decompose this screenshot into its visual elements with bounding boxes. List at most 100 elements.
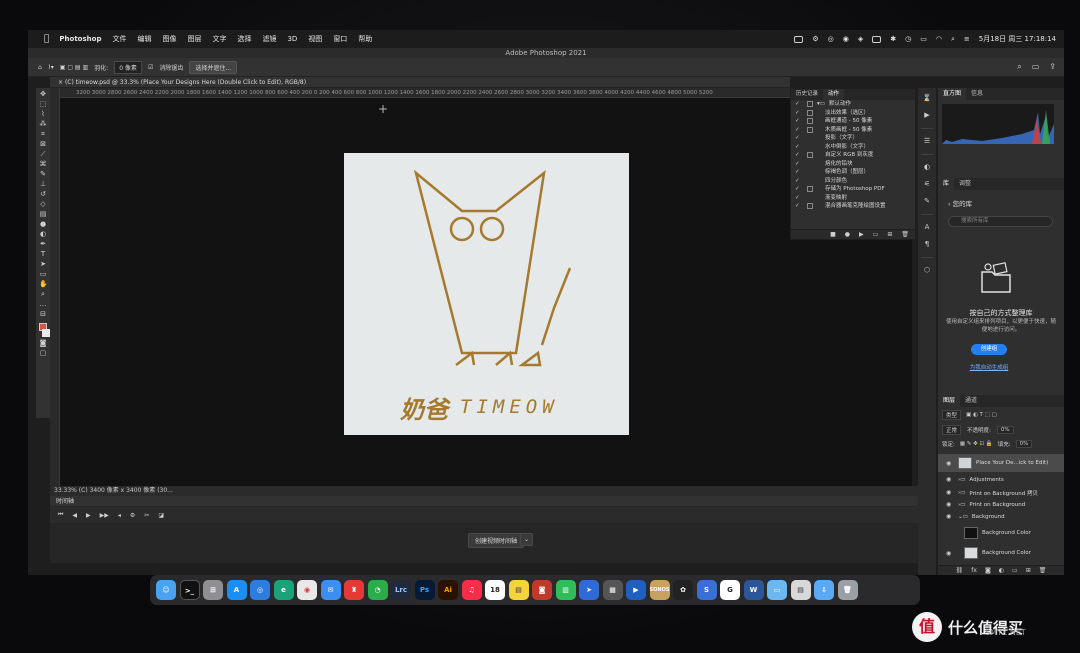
new-action-icon[interactable]: ⊞ bbox=[887, 230, 892, 239]
settings-icon[interactable]: ⚙ bbox=[130, 512, 135, 519]
lasso-tool-icon[interactable]: ⌇▾ bbox=[48, 64, 54, 71]
create-group-button[interactable]: 创建组 bbox=[971, 344, 1007, 355]
shield-icon[interactable]: ◈ bbox=[858, 35, 863, 43]
zoom-tool-icon[interactable]: ⌕ bbox=[39, 291, 47, 298]
list-item[interactable]: ✓ 自定义 RGB 到灰度 bbox=[791, 151, 915, 160]
music-icon[interactable]: ♫ bbox=[461, 580, 482, 600]
menu-photoshop[interactable]: Photoshop bbox=[59, 35, 101, 43]
trash-icon[interactable]: 🗑 bbox=[901, 230, 909, 239]
dialog-toggle[interactable] bbox=[807, 101, 813, 107]
brush-tool-icon[interactable]: ✎ bbox=[39, 171, 47, 178]
library-title[interactable]: ‹ 您的库 bbox=[948, 198, 972, 208]
list-item[interactable]: ✓ 四分颜色 bbox=[791, 177, 915, 186]
eye-icon[interactable]: ◉ bbox=[946, 550, 954, 557]
preview-icon[interactable]: ▭ bbox=[767, 580, 787, 600]
edge-icon[interactable]: e bbox=[273, 580, 294, 600]
properties-icon[interactable]: ☰ bbox=[922, 137, 932, 146]
link-icon[interactable]: ⛓ bbox=[956, 566, 964, 575]
dialog-toggle[interactable] bbox=[807, 144, 813, 150]
list-item[interactable]: ✓ 熔化的铅块 bbox=[791, 160, 915, 169]
check-icon[interactable]: ✓ bbox=[795, 168, 803, 177]
chrome-icon[interactable]: ◉ bbox=[297, 580, 317, 600]
healing-tool-icon[interactable]: ⌘ bbox=[39, 161, 47, 168]
dialog-toggle[interactable] bbox=[807, 135, 813, 141]
mask-icon[interactable]: ◙ bbox=[985, 566, 991, 575]
list-item[interactable]: ✓ 投影（文字） bbox=[791, 134, 915, 143]
dialog-toggle[interactable] bbox=[807, 152, 813, 158]
menu-file[interactable]: 文件 bbox=[112, 34, 126, 44]
menu-view[interactable]: 视图 bbox=[308, 34, 322, 44]
search-icon[interactable]: ⌕ bbox=[951, 35, 955, 44]
menu-select[interactable]: 选择 bbox=[237, 34, 251, 44]
list-item[interactable]: ✓ 渐变映射 bbox=[791, 194, 915, 203]
pigeon-app-icon[interactable]: ➤ bbox=[579, 580, 599, 600]
fx-icon[interactable]: fx bbox=[971, 566, 977, 575]
layer-filter-dropdown[interactable]: 类型 bbox=[942, 410, 962, 420]
dialog-toggle[interactable] bbox=[807, 126, 813, 133]
list-item[interactable]: ✓ 棕褐色调（图层） bbox=[791, 168, 915, 177]
photo-booth-icon[interactable]: ◙ bbox=[532, 580, 552, 600]
menu-3d[interactable]: 3D bbox=[287, 35, 297, 43]
menubar-clock[interactable]: 5月18日 周三 17:18:14 bbox=[979, 34, 1056, 44]
trash-icon[interactable]: 🗑 bbox=[837, 580, 858, 600]
next-frame-icon[interactable]: ▶▶ bbox=[100, 512, 109, 519]
dialog-toggle[interactable] bbox=[807, 186, 813, 192]
word-icon[interactable]: W bbox=[743, 580, 764, 600]
launchpad-icon[interactable]: ⊞ bbox=[203, 580, 223, 600]
fill-input[interactable]: 0% bbox=[1015, 440, 1033, 448]
tab-adjustments[interactable]: 调整 bbox=[954, 178, 976, 190]
menu-help[interactable]: 帮助 bbox=[358, 34, 372, 44]
antialias-checkbox[interactable]: ☑ bbox=[148, 64, 153, 71]
menu-edit[interactable]: 编辑 bbox=[137, 34, 151, 44]
trash-icon[interactable]: 🗑 bbox=[1039, 566, 1047, 575]
apple-menu-icon[interactable]:  bbox=[44, 34, 49, 44]
stamp-tool-icon[interactable]: ⊥ bbox=[39, 181, 47, 188]
marquee-tool-icon[interactable]: ⬚ bbox=[39, 101, 47, 108]
finder-icon[interactable]: ☺ bbox=[156, 580, 176, 600]
dialog-toggle[interactable] bbox=[807, 195, 813, 201]
check-icon[interactable]: ✓ bbox=[795, 134, 803, 143]
screen-mode-icon[interactable]: ▢ bbox=[39, 350, 47, 357]
menu-window[interactable]: 窗口 bbox=[333, 34, 347, 44]
first-frame-icon[interactable]: ⏮ bbox=[58, 511, 63, 519]
select-and-mask-button[interactable]: 选择并遮住... bbox=[189, 60, 238, 74]
check-icon[interactable]: ✓ bbox=[795, 160, 803, 169]
photoshop-icon[interactable]: Ps bbox=[414, 580, 435, 600]
layer-row[interactable]: Background Color bbox=[938, 524, 1064, 542]
transition-icon[interactable]: ◪ bbox=[158, 512, 164, 519]
library-search-input[interactable]: 搜索所有库 bbox=[948, 216, 1053, 227]
menu-filter[interactable]: 滤镜 bbox=[262, 34, 276, 44]
workspace-icon[interactable]: ▭ bbox=[1032, 62, 1040, 72]
dialog-toggle[interactable] bbox=[807, 203, 813, 209]
eraser-tool-icon[interactable]: ◇ bbox=[39, 201, 47, 208]
document-tab[interactable]: × (C) timeow.psd @ 33.3% (Place Your Des… bbox=[50, 77, 790, 88]
3d-icon[interactable]: ⬡ bbox=[922, 266, 932, 275]
action-set[interactable]: ✓ ▾▭ 默认动作 bbox=[791, 100, 915, 109]
chatgpt-icon[interactable]: ✿ bbox=[673, 580, 693, 600]
timeline-panel-title[interactable]: 时间轴 bbox=[50, 496, 920, 507]
brush-settings-icon[interactable]: ✎ bbox=[922, 197, 932, 206]
tab-layers[interactable]: 图层 bbox=[938, 395, 961, 407]
battery-icon[interactable]: ▭ bbox=[920, 35, 927, 43]
check-icon[interactable]: ✓ bbox=[795, 100, 803, 109]
share-icon[interactable]: ⇪ bbox=[1049, 62, 1056, 72]
tab-histogram[interactable]: 直方图 bbox=[938, 88, 967, 100]
check-icon[interactable]: ✓ bbox=[795, 126, 803, 135]
new-layer-icon[interactable]: ⊞ bbox=[1026, 566, 1031, 575]
split-icon[interactable]: ✂ bbox=[144, 512, 149, 519]
tab-channels[interactable]: 通道 bbox=[960, 395, 982, 407]
auto-group-link[interactable]: 为我自动生成组 bbox=[938, 363, 1040, 371]
record-icon[interactable]: ● bbox=[845, 230, 850, 239]
status-app-icon[interactable] bbox=[794, 35, 804, 43]
layer-row[interactable]: ◉ Background Color bbox=[938, 544, 1064, 562]
downloads-icon[interactable]: ⇩ bbox=[814, 580, 834, 600]
clock-icon[interactable]: ◷ bbox=[905, 35, 911, 43]
play-icon[interactable]: ▶ bbox=[86, 512, 91, 519]
quick-select-tool-icon[interactable]: ⁂ bbox=[39, 121, 47, 128]
bluetooth-icon[interactable]: ✱ bbox=[890, 35, 896, 43]
layer-row[interactable]: ◉ ›▭ Print on Background 拷贝 bbox=[938, 487, 1064, 498]
type-tool-icon[interactable]: T bbox=[39, 251, 47, 258]
bear-icon[interactable]: S bbox=[696, 580, 717, 600]
document-icon[interactable]: ▤ bbox=[790, 580, 811, 600]
eye-icon[interactable]: ◉ bbox=[946, 513, 954, 520]
